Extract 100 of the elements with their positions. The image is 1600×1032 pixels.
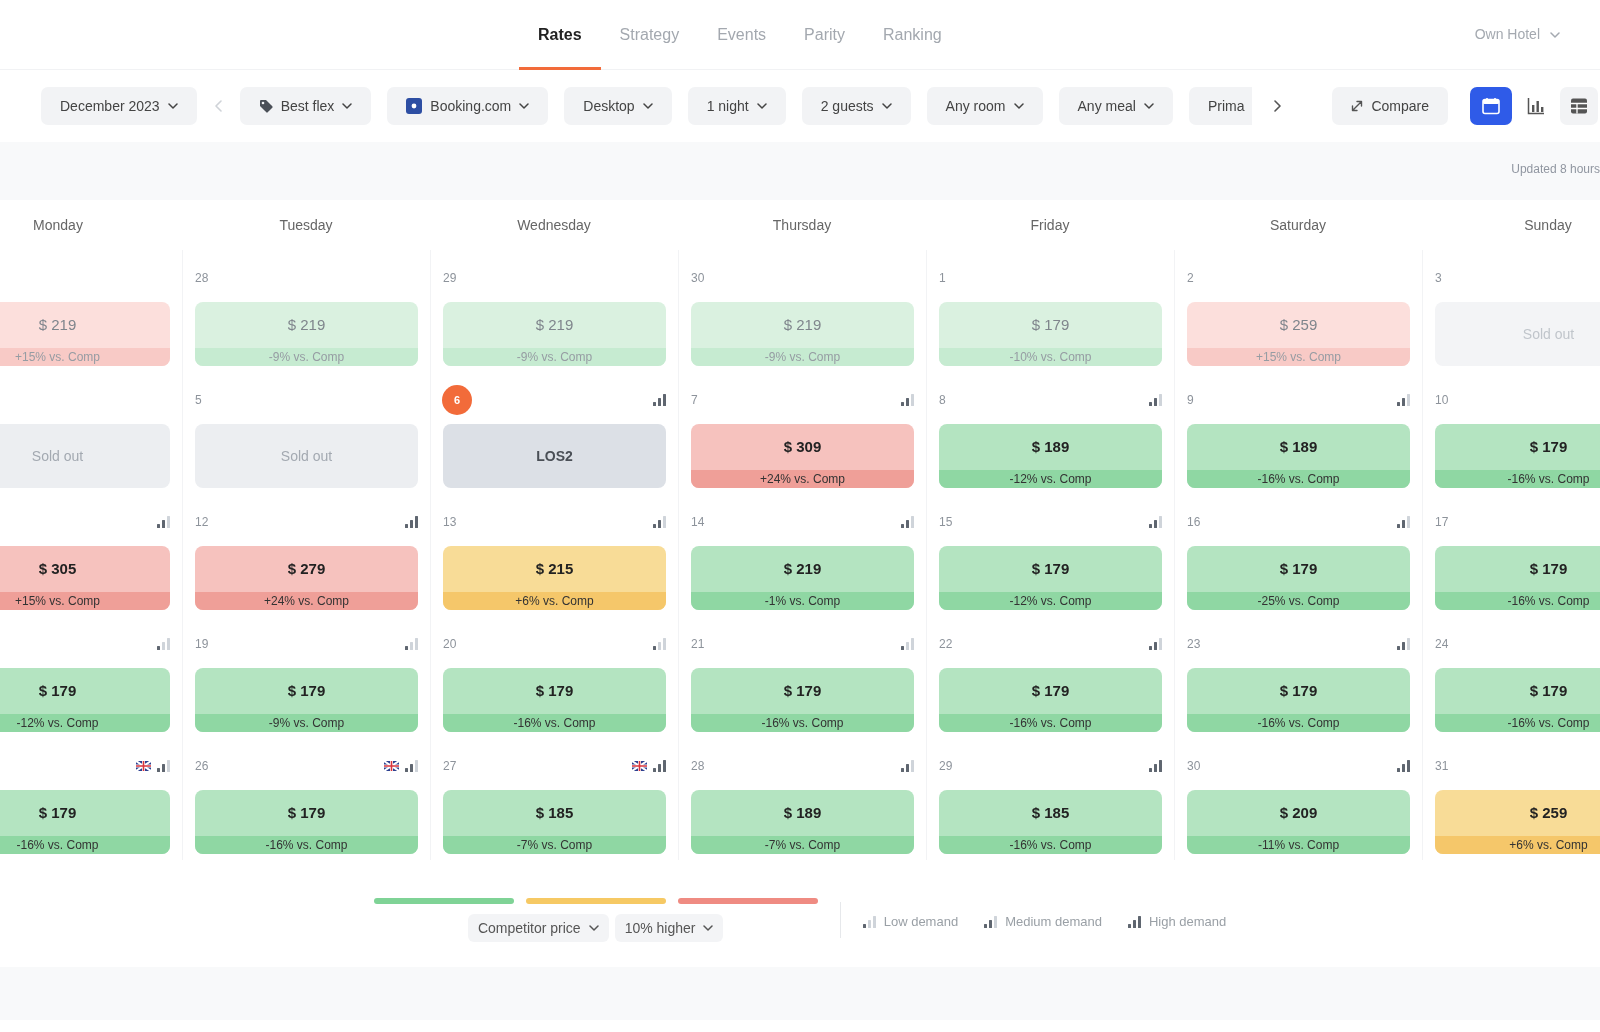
comparison-strip: +6% vs. Comp — [443, 592, 666, 610]
day-number: 21 — [691, 636, 705, 653]
rate-tile[interactable]: $ 279 +24% vs. Comp — [195, 546, 418, 610]
day-number: 29 — [939, 758, 953, 775]
filter-dropdown[interactable]: Any meal — [1058, 87, 1173, 125]
comparison-strip: -16% vs. Comp — [0, 836, 170, 854]
rate-tile[interactable]: $ 179 -16% vs. Comp — [1435, 546, 1600, 610]
comparison-strip: -16% vs. Comp — [1187, 714, 1410, 732]
signal-bars-icon — [1127, 915, 1141, 928]
weekday-label: Thursday — [772, 215, 832, 235]
day-number: 12 — [195, 514, 209, 531]
compare-button[interactable]: Compare — [1332, 87, 1448, 125]
rate-tile[interactable]: $ 179 -16% vs. Comp — [1435, 424, 1600, 488]
rate-tile[interactable]: $ 179 -16% vs. Comp — [691, 668, 914, 732]
comparison-strip: -12% vs. Comp — [939, 592, 1162, 610]
rate-tile[interactable]: $ 189 -16% vs. Comp — [1187, 424, 1410, 488]
signal-bars-icon — [1149, 394, 1162, 406]
rate-price: $ 179 — [286, 680, 327, 701]
rate-price: $ 179 — [534, 680, 575, 701]
day-number: 30 — [1187, 758, 1201, 775]
comparison-strip: -9% vs. Comp — [195, 714, 418, 732]
rate-price: $ 219 — [286, 314, 327, 335]
calendar-icon — [1482, 97, 1500, 115]
filter-dropdown[interactable]: 2 guests — [801, 87, 911, 125]
square-logo-icon — [406, 98, 423, 114]
month-dropdown[interactable]: December 2023 — [41, 87, 197, 125]
rate-tile[interactable]: $ 179 -16% vs. Comp — [1187, 668, 1410, 732]
comparison-strip: -25% vs. Comp — [1187, 592, 1410, 610]
metric-dropdown[interactable]: Competitor price — [467, 914, 609, 942]
nav-tab[interactable]: Rates — [519, 0, 601, 70]
rate-tile[interactable]: $ 209 -11% vs. Comp — [1187, 790, 1410, 854]
diagonal-arrows-icon — [1351, 100, 1364, 112]
rate-price: $ 185 — [534, 802, 575, 823]
rate-tile[interactable]: $ 179 -25% vs. Comp — [1187, 546, 1410, 610]
rate-price: $ 179 — [1278, 558, 1319, 579]
filter-dropdown[interactable]: Prima — [1188, 87, 1253, 125]
rate-tile[interactable]: $ 179 -16% vs. Comp — [1435, 668, 1600, 732]
caret-icon — [588, 925, 599, 931]
comparison-strip: -16% vs. Comp — [691, 714, 914, 732]
rate-tile[interactable]: $ 309 +24% vs. Comp — [691, 424, 914, 488]
filter-dropdown[interactable]: Desktop — [564, 87, 672, 125]
table-view-button[interactable] — [1560, 87, 1598, 125]
comparison-strip: +15% vs. Comp — [0, 592, 170, 610]
weekday-label: Wednesday — [517, 215, 591, 235]
table-icon — [1570, 97, 1588, 115]
signal-bars-icon — [1149, 516, 1162, 528]
comparison-strip: -9% vs. Comp — [195, 348, 418, 366]
rate-tile[interactable]: $ 189 -12% vs. Comp — [939, 424, 1162, 488]
rate-tile[interactable]: $ 179 -16% vs. Comp — [195, 790, 418, 854]
day-number: 16 — [1187, 514, 1201, 531]
comparison-strip: -7% vs. Comp — [691, 836, 914, 854]
signal-bars-icon — [984, 915, 998, 928]
rate-tile[interactable]: $ 185 -16% vs. Comp — [939, 790, 1162, 854]
weekday-label: Friday — [1030, 215, 1070, 235]
day-number: 9 — [1187, 392, 1194, 409]
day-number: 23 — [1187, 636, 1201, 653]
caret-icon — [167, 103, 178, 109]
rate-tile[interactable]: $ 179 -9% vs. Comp — [195, 668, 418, 732]
rate-tile[interactable]: $ 305 +15% vs. Comp — [0, 546, 170, 610]
demand-legend-label: Low demand — [883, 913, 959, 931]
rate-tile[interactable]: $ 185 -7% vs. Comp — [443, 790, 666, 854]
comparison-strip: -16% vs. Comp — [939, 836, 1162, 854]
calendar-view-button[interactable] — [1470, 87, 1512, 125]
weekday-label: Sunday — [1524, 215, 1572, 235]
filter-dropdown[interactable]: Any room — [926, 87, 1043, 125]
rate-tile[interactable]: $ 179 -12% vs. Comp — [939, 546, 1162, 610]
comparison-strip: -16% vs. Comp — [1435, 714, 1600, 732]
rate-tile[interactable]: $ 179 -16% vs. Comp — [443, 668, 666, 732]
demand-legend-label: High demand — [1148, 913, 1227, 931]
day-number: 17 — [1435, 514, 1449, 531]
threshold-dropdown[interactable]: 10% higher — [614, 914, 724, 942]
status-tile[interactable]: LOS2 — [443, 424, 666, 488]
signal-bars-icon — [653, 638, 666, 650]
comparison-strip: -16% vs. Comp — [939, 714, 1162, 732]
rate-tile[interactable]: $ 179 -12% vs. Comp — [0, 668, 170, 732]
comparison-strip: -16% vs. Comp — [1435, 470, 1600, 488]
rate-price: $ 305 — [37, 558, 78, 579]
caret-icon — [519, 103, 530, 109]
caret-icon — [756, 103, 767, 109]
comparison-strip: +15% vs. Comp — [1187, 348, 1410, 366]
rate-tile[interactable]: $ 215 +6% vs. Comp — [443, 546, 666, 610]
day-number: 28 — [195, 270, 209, 287]
rate-tile[interactable]: $ 179 -16% vs. Comp — [939, 668, 1162, 732]
filter-dropdown[interactable]: Best flex — [239, 87, 372, 125]
day-number: 29 — [443, 270, 457, 287]
caret-icon — [342, 103, 353, 109]
signal-bars-icon — [901, 394, 914, 406]
rate-tile[interactable]: $ 189 -7% vs. Comp — [691, 790, 914, 854]
filter-dropdown[interactable]: Booking.com — [387, 87, 549, 125]
filter-dropdown[interactable]: 1 night — [687, 87, 786, 125]
day-number: 22 — [939, 636, 953, 653]
day-number: 13 — [443, 514, 457, 531]
rate-tile[interactable]: $ 259 +6% vs. Comp — [1435, 790, 1600, 854]
day-number: 24 — [1435, 636, 1449, 653]
comparison-strip: -11% vs. Comp — [1187, 836, 1410, 854]
signal-bars-icon — [405, 760, 418, 772]
rate-price: $ 179 — [1030, 680, 1071, 701]
comparison-strip: +24% vs. Comp — [195, 592, 418, 610]
rate-tile[interactable]: $ 179 -16% vs. Comp — [0, 790, 170, 854]
rate-tile[interactable]: $ 219 -1% vs. Comp — [691, 546, 914, 610]
